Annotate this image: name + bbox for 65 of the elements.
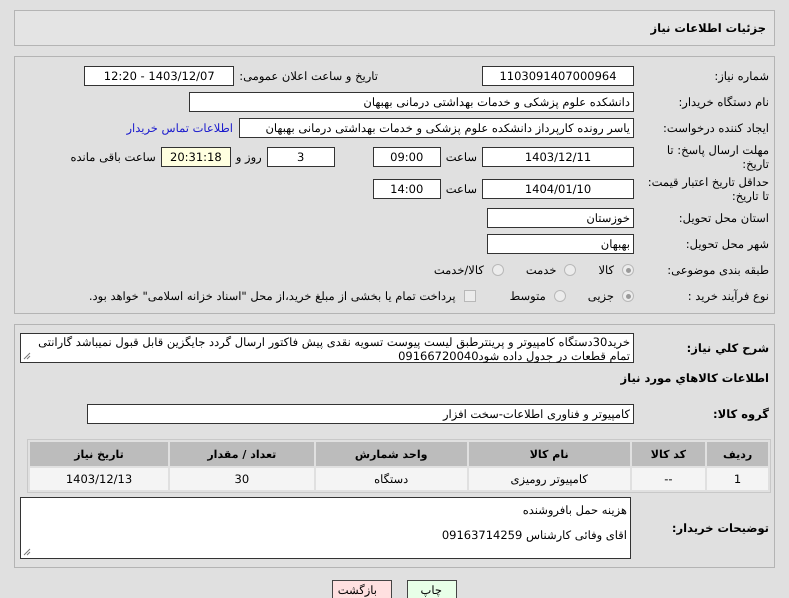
validity-time-field: 14:00: [372, 179, 441, 199]
table-cell: 1: [707, 468, 768, 490]
field-label: شهر محل تحویل:: [684, 237, 769, 251]
field-label: ایجاد کننده درخواست:: [662, 121, 769, 135]
description-box[interactable]: خرید30دستگاه کامپیوتر و پرینترطبق لیست پیوست تسویه نقدی پیش فاکتور ارسال گردد جایگزین قابل قبول نمیباشد گارانتی تمام قطعات در جدول داده شود09166720040: [20, 333, 634, 363]
field-label: تاریخ و ساعت اعلان عمومی:: [239, 69, 378, 83]
table-cell: 30: [170, 468, 314, 490]
field-label: مهلت ارسال پاسخ: تا تاریخ:: [666, 143, 769, 171]
deadline-time-field: 09:00: [372, 147, 441, 167]
city-field: بهبهان: [487, 234, 634, 254]
page-title: جزئیات اطلاعات نیاز: [650, 21, 766, 35]
field-label: گروه کالا:: [712, 407, 769, 421]
field-label: توضیحات خریدار:: [670, 521, 769, 535]
back-button[interactable]: بازگشت: [332, 580, 392, 598]
table-cell: کامپیوتر رومیزی: [468, 468, 630, 490]
radio-label: خدمت: [526, 263, 556, 277]
radio-button[interactable]: [622, 290, 634, 302]
field-label: ساعت: [446, 150, 477, 164]
field-label: شماره نیاز:: [713, 69, 769, 83]
print-button[interactable]: چاپ: [407, 580, 457, 598]
radio-button[interactable]: [564, 264, 576, 276]
column-header: کد کالا: [632, 442, 706, 466]
goods-group-field: کامپیوتر و فناوری اطلاعات-سخت افزار: [87, 404, 634, 424]
column-header: واحد شمارش: [316, 442, 467, 466]
field-label: نام دستگاه خریدار:: [677, 95, 769, 109]
resize-grip-icon[interactable]: [23, 352, 31, 360]
announce-date-field: 1403/12/07 - 12:20: [84, 66, 234, 86]
days-field: 3: [266, 147, 335, 167]
radio-button[interactable]: [492, 264, 504, 276]
radio-label: جزیی: [588, 289, 614, 303]
buyer-org-field: دانشکده علوم پزشکی و خدمات بهداشتی درمانی بهبهان: [189, 92, 634, 112]
radio-label: متوسط: [510, 289, 546, 303]
column-header: ردیف: [707, 442, 768, 466]
field-label: حداقل تاریخ اعتبار قیمت: تا تاریخ:: [646, 175, 769, 203]
section-title: اطلاعات کالاهاي مورد نياز: [619, 371, 769, 385]
column-header: نام کالا: [468, 442, 630, 466]
need-number-field: 1103091407000964: [482, 66, 634, 86]
column-header: تعداد / مقدار: [170, 442, 314, 466]
field-label: ساعت باقی مانده: [70, 150, 156, 164]
checkbox-label: پرداخت تمام یا بخشی از مبلغ خرید،از محل "اسناد خزانه اسلامی" خواهد بود.: [88, 289, 456, 303]
field-label: روز و: [236, 150, 262, 164]
field-label: شرح کلي نياز:: [686, 341, 769, 355]
field-label: ساعت: [446, 182, 477, 196]
table-cell: 1403/12/13: [30, 468, 168, 490]
remaining-time-field: 20:31:18: [160, 147, 231, 167]
deadline-date-field: 1403/12/11: [482, 147, 634, 167]
note-line: هزینه حمل بافروشنده: [522, 503, 627, 517]
field-label: نوع فرآیند خرید :: [686, 289, 769, 303]
table-cell: دستگاه: [316, 468, 467, 490]
buyer-notes-box[interactable]: هزینه حمل بافروشنده اقای وفائی کارشناس 09163714259: [20, 497, 631, 559]
radio-label: کالا/خدمت: [434, 263, 484, 277]
buyer-contact-link[interactable]: اطلاعات تماس خریدار: [126, 121, 233, 135]
field-label: استان محل تحویل:: [678, 211, 769, 225]
province-field: خوزستان: [487, 208, 634, 228]
note-line: اقای وفائی کارشناس 09163714259: [440, 528, 627, 542]
resize-grip-icon[interactable]: [23, 548, 31, 556]
field-label: طبقه بندی موضوعی:: [666, 263, 769, 277]
radio-button[interactable]: [554, 290, 566, 302]
requester-field: یاسر رونده کارپرداز دانشکده علوم پزشکی و خدمات بهداشتی درمانی بهبهان: [239, 118, 634, 138]
validity-date-field: 1404/01/10: [482, 179, 634, 199]
checkbox[interactable]: [464, 290, 476, 302]
radio-button[interactable]: [622, 264, 634, 276]
table-cell: --: [632, 468, 706, 490]
radio-label: کالا: [598, 263, 614, 277]
column-header: تاریخ نیاز: [30, 442, 168, 466]
